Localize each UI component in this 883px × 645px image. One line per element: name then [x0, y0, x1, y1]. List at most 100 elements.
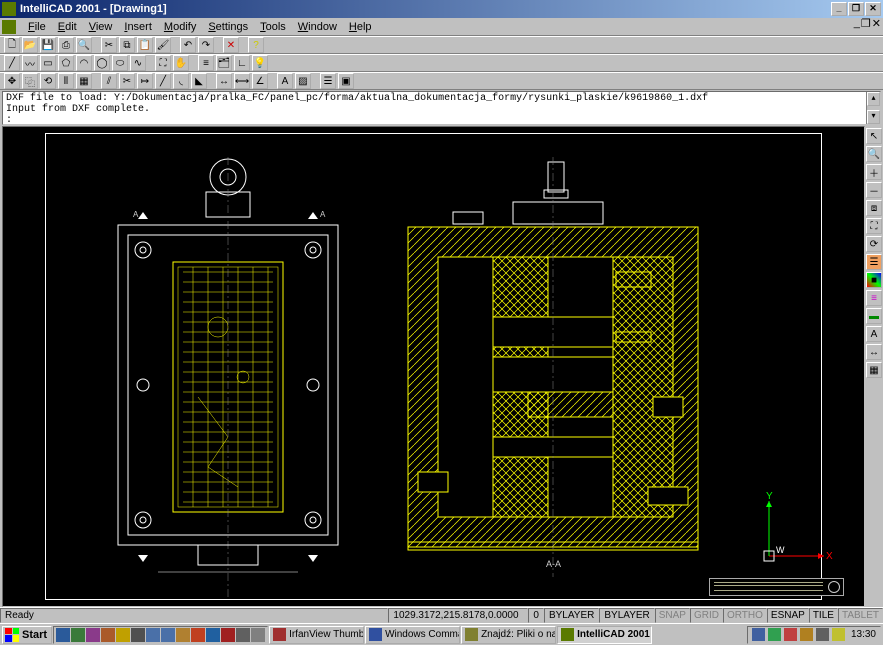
redo-icon[interactable]: ↷ [198, 37, 214, 53]
properties-icon[interactable]: ☰ [320, 73, 336, 89]
ql-icon-8[interactable] [161, 628, 175, 642]
colors-icon[interactable]: ■ [866, 272, 882, 288]
ql-icon-2[interactable] [71, 628, 85, 642]
status-tile[interactable]: TILE [809, 608, 838, 623]
status-layer[interactable]: BYLAYER [544, 608, 599, 623]
move-icon[interactable]: ✥ [4, 73, 20, 89]
scroll-down-icon[interactable]: ▾ [867, 110, 880, 124]
ql-icon-1[interactable] [56, 628, 70, 642]
text-icon[interactable]: A [277, 73, 293, 89]
polyline-icon[interactable]: 〰 [22, 55, 38, 71]
circle-icon[interactable]: ◯ [94, 55, 110, 71]
status-grid[interactable]: GRID [690, 608, 723, 623]
menu-tools[interactable]: Tools [254, 19, 292, 35]
tray-icon-4[interactable] [800, 628, 813, 641]
extend-icon[interactable]: ↦ [137, 73, 153, 89]
close-button[interactable]: ✕ [865, 2, 881, 16]
zoom-realtime-icon[interactable]: 🔍 [866, 146, 882, 162]
dim-aligned-icon[interactable]: ⟷ [234, 73, 250, 89]
status-color[interactable]: BYLAYER [599, 608, 654, 623]
ql-icon-13[interactable] [236, 628, 250, 642]
explorer-icon[interactable]: 🗂 [216, 55, 232, 71]
ql-icon-5[interactable] [116, 628, 130, 642]
menu-window[interactable]: Window [292, 19, 343, 35]
dim-linear-icon[interactable]: ↔ [216, 73, 232, 89]
ql-icon-7[interactable] [146, 628, 160, 642]
zoom-extents-icon[interactable]: ⛶ [155, 55, 171, 71]
undo-icon[interactable]: ↶ [180, 37, 196, 53]
mdi-restore-button[interactable]: ❐ [861, 17, 871, 30]
ql-icon-6[interactable] [131, 628, 145, 642]
grid-toggle-icon[interactable]: ▦ [866, 362, 882, 378]
help-icon[interactable]: ? [248, 37, 264, 53]
command-scrollbar[interactable]: ▴▾ [866, 92, 880, 124]
paste-icon[interactable]: 📋 [137, 37, 153, 53]
tray-icon-2[interactable] [768, 628, 781, 641]
new-icon[interactable]: 🗋 [4, 37, 20, 53]
open-icon[interactable]: 📂 [22, 37, 38, 53]
ucs-icon-btn[interactable]: ∟ [234, 55, 250, 71]
system-menu-icon[interactable] [2, 20, 16, 34]
menu-edit[interactable]: Edit [52, 19, 83, 35]
textstyle-icon[interactable]: A [866, 326, 882, 342]
start-button[interactable]: Start [2, 626, 52, 644]
menu-file[interactable]: File [22, 19, 52, 35]
array-icon[interactable]: ▦ [76, 73, 92, 89]
menu-settings[interactable]: Settings [202, 19, 254, 35]
taskbar-clock[interactable]: 13:30 [851, 629, 876, 640]
scroll-up-icon[interactable]: ▴ [867, 92, 880, 106]
tray-icon-1[interactable] [752, 628, 765, 641]
arc-icon[interactable]: ◠ [76, 55, 92, 71]
cut-icon[interactable]: ✂ [101, 37, 117, 53]
status-snap[interactable]: SNAP [655, 608, 690, 623]
trim-icon[interactable]: ✂ [119, 73, 135, 89]
menu-help[interactable]: Help [343, 19, 378, 35]
ql-icon-14[interactable] [251, 628, 265, 642]
break-icon[interactable]: ╱ [155, 73, 171, 89]
rotate-view-icon[interactable]: ⟳ [866, 236, 882, 252]
zoom-all-icon[interactable]: ⛶ [866, 218, 882, 234]
maximize-button[interactable]: ❐ [848, 2, 864, 16]
dimstyle-icon[interactable]: ↔ [866, 344, 882, 360]
ellipse-icon[interactable]: ⬭ [112, 55, 128, 71]
zoom-window-icon[interactable]: ⧈ [866, 200, 882, 216]
print-preview-icon[interactable]: 🔍 [76, 37, 92, 53]
zoom-out-icon[interactable]: － [866, 182, 882, 198]
mdi-close-button[interactable]: ✕ [872, 17, 881, 30]
spline-icon[interactable]: ∿ [130, 55, 146, 71]
status-tablet[interactable]: TABLET [838, 608, 883, 623]
zoom-in-icon[interactable]: ＋ [866, 164, 882, 180]
menu-insert[interactable]: Insert [118, 19, 158, 35]
drawing-canvas[interactable]: A A [2, 126, 865, 607]
minimize-button[interactable]: _ [831, 2, 847, 16]
lineweight-icon[interactable]: ▬ [866, 308, 882, 324]
task-find[interactable]: Znajdź: Pliki o nazwie ... [461, 626, 556, 644]
layer-icon[interactable]: ≡ [198, 55, 214, 71]
render-icon[interactable]: 💡 [252, 55, 268, 71]
pointer-icon[interactable]: ↖ [866, 128, 882, 144]
print-icon[interactable]: ⎙ [58, 37, 74, 53]
line-icon[interactable]: ╱ [4, 55, 20, 71]
ql-icon-11[interactable] [206, 628, 220, 642]
status-esnap[interactable]: ESNAP [767, 608, 809, 623]
ql-icon-4[interactable] [101, 628, 115, 642]
layers-icon[interactable]: ☰ [866, 254, 882, 270]
command-line[interactable]: DXF file to load: Y:/Dokumentacja/pralka… [2, 91, 881, 125]
save-icon[interactable]: 💾 [40, 37, 56, 53]
tray-icon-6[interactable] [832, 628, 845, 641]
status-ortho[interactable]: ORTHO [723, 608, 767, 623]
ql-icon-12[interactable] [221, 628, 235, 642]
ql-icon-9[interactable] [176, 628, 190, 642]
hatch-icon[interactable]: ▨ [295, 73, 311, 89]
ql-icon-10[interactable] [191, 628, 205, 642]
ql-icon-3[interactable] [86, 628, 100, 642]
pan-icon[interactable]: ✋ [173, 55, 189, 71]
linetype-icon[interactable]: ≡ [866, 290, 882, 306]
dim-angular-icon[interactable]: ∠ [252, 73, 268, 89]
copy-icon[interactable]: ⧉ [119, 37, 135, 53]
copy2-icon[interactable]: ⿻ [22, 73, 38, 89]
fillet-icon[interactable]: ◟ [173, 73, 189, 89]
polygon-icon[interactable]: ⬠ [58, 55, 74, 71]
tray-icon-5[interactable] [816, 628, 829, 641]
chamfer-icon[interactable]: ◣ [191, 73, 207, 89]
